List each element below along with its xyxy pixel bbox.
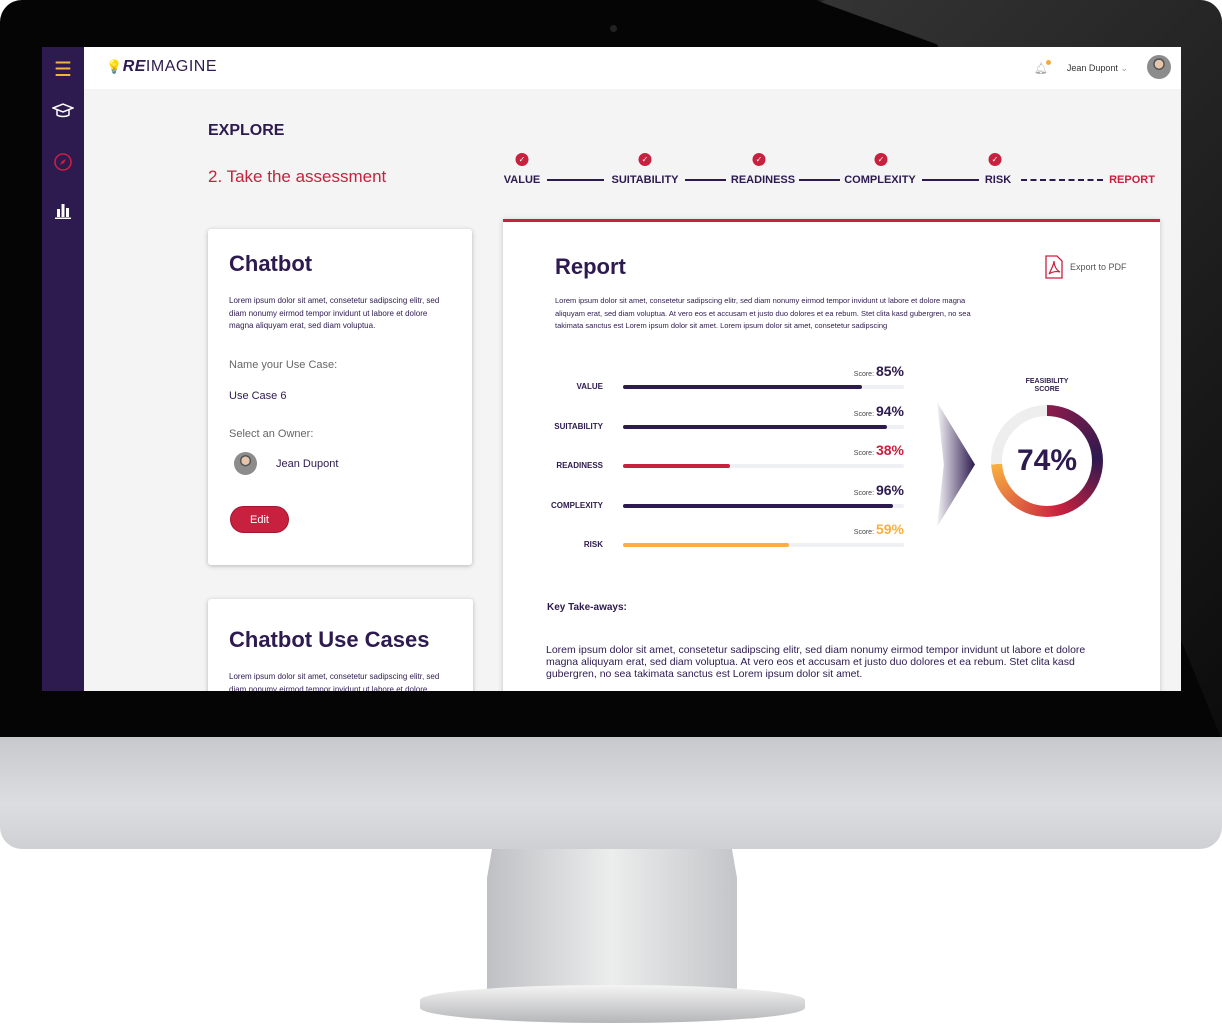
score-label: SUITABILITY bbox=[554, 421, 603, 431]
card-description: Lorem ipsum dolor sit amet, consetetur s… bbox=[229, 672, 440, 691]
score-fill bbox=[623, 385, 862, 389]
step-connector bbox=[547, 179, 604, 181]
monitor-stand bbox=[487, 849, 737, 994]
score-value: 96% bbox=[875, 481, 904, 498]
page-subtitle: 2. Take the assessment bbox=[208, 167, 387, 186]
score-text: Score: 59% bbox=[784, 521, 904, 537]
step-risk[interactable]: RISK bbox=[985, 174, 1011, 186]
bell-icon[interactable]: 🔔︎ bbox=[1034, 60, 1051, 75]
notification-dot bbox=[1046, 60, 1051, 65]
score-value: 38% bbox=[875, 442, 904, 458]
arrow-icon bbox=[937, 402, 975, 527]
check-icon: ✓ bbox=[515, 153, 529, 166]
logo-text: IMAGINE bbox=[145, 58, 217, 75]
step-connector bbox=[685, 179, 726, 181]
user-name: Jean Dupont bbox=[1066, 63, 1118, 73]
step-complexity[interactable]: COMPLEXITY bbox=[844, 174, 916, 186]
user-menu[interactable]: Jean Dupont ⌄ bbox=[1067, 63, 1128, 74]
owner-label: Select an Owner: bbox=[229, 428, 314, 440]
header: 💡REIMAGINE 🔔︎ Jean Dupont ⌄ bbox=[84, 47, 1181, 89]
step-readiness[interactable]: READINESS bbox=[731, 174, 795, 186]
score-text: Score: 85% bbox=[784, 363, 904, 379]
compass-icon[interactable] bbox=[42, 152, 84, 177]
score-value: 85% bbox=[875, 363, 904, 379]
feasibility-label: FEASIBILITY SCORE bbox=[997, 378, 1097, 394]
logo-bold: RE bbox=[122, 58, 146, 75]
score-track bbox=[623, 464, 904, 468]
score-prefix: Score: bbox=[853, 450, 875, 457]
card-title: Chatbot Use Cases bbox=[229, 627, 430, 652]
step-connector-dashed bbox=[1021, 179, 1103, 181]
feasibility-label-1: FEASIBILITY bbox=[1025, 378, 1069, 385]
menu-icon[interactable]: ☰ bbox=[42, 57, 84, 82]
score-label: RISK bbox=[583, 540, 603, 549]
sidebar: ☰ bbox=[42, 47, 84, 691]
avatar[interactable] bbox=[1147, 55, 1171, 79]
owner-avatar bbox=[234, 452, 257, 475]
step-value[interactable]: VALUE bbox=[504, 174, 540, 186]
score-label: VALUE bbox=[576, 382, 603, 391]
chevron-down-icon: ⌄ bbox=[1120, 63, 1128, 73]
card-description: Lorem ipsum dolor sit amet, consetetur s… bbox=[229, 296, 440, 330]
monitor-base bbox=[420, 985, 805, 1023]
export-pdf-button[interactable]: Export to PDF bbox=[1044, 255, 1127, 279]
step-suitability[interactable]: SUITABILITY bbox=[611, 174, 678, 186]
score-text: Score: 38% bbox=[784, 442, 904, 458]
use-case-name-label: Name your Use Case: bbox=[229, 359, 338, 371]
takeaways-text: Lorem ipsum dolor sit amet, consetetur s… bbox=[546, 644, 1086, 680]
graduation-cap-icon[interactable] bbox=[42, 103, 84, 124]
score-prefix: Score: bbox=[853, 529, 875, 536]
score-text: Score: 96% bbox=[784, 482, 904, 498]
report-title: Report bbox=[555, 254, 626, 279]
owner-name[interactable]: Jean Dupont bbox=[276, 458, 338, 470]
score-prefix: Score: bbox=[853, 371, 875, 378]
report-description: Lorem ipsum dolor sit amet, consetetur s… bbox=[555, 296, 971, 330]
step-connector bbox=[799, 179, 840, 181]
feasibility-donut: 74% bbox=[991, 405, 1103, 517]
score-track bbox=[623, 385, 904, 389]
score-label: READINESS bbox=[556, 461, 603, 470]
bar-chart-icon[interactable] bbox=[42, 203, 84, 224]
page-title: EXPLORE bbox=[208, 122, 285, 139]
check-icon: ✓ bbox=[752, 153, 766, 166]
score-prefix: Score: bbox=[853, 410, 875, 418]
use-case-name-value[interactable]: Use Case 6 bbox=[229, 390, 286, 402]
takeaways-title: Key Take-aways: bbox=[547, 602, 627, 613]
logo[interactable]: 💡REIMAGINE bbox=[106, 58, 217, 76]
monitor-chin bbox=[0, 737, 1222, 849]
feasibility-value: 74% bbox=[1016, 444, 1078, 477]
score-text: Score: 94% bbox=[784, 403, 904, 419]
camera bbox=[610, 25, 617, 32]
score-label: COMPLEXITY bbox=[550, 500, 603, 510]
score-value: 59% bbox=[875, 521, 904, 537]
use-cases-card: Chatbot Use Cases Lorem ipsum dolor sit … bbox=[208, 599, 473, 691]
score-track bbox=[623, 503, 904, 508]
score-prefix: Score: bbox=[853, 489, 875, 497]
score-fill bbox=[623, 424, 888, 429]
screen: ☰ 💡REIMAGINE 🔔︎ Jean Dupont ⌄ EXPLORE 2.… bbox=[42, 47, 1181, 691]
score-fill bbox=[623, 503, 893, 508]
export-label: Export to PDF bbox=[1070, 262, 1127, 272]
check-icon: ✓ bbox=[638, 153, 652, 166]
step-connector bbox=[922, 179, 979, 181]
score-fill bbox=[623, 464, 730, 468]
feasibility-label-2: SCORE bbox=[1034, 386, 1060, 393]
check-icon: ✓ bbox=[988, 153, 1002, 166]
pdf-icon bbox=[1045, 255, 1063, 279]
check-icon: ✓ bbox=[874, 153, 888, 166]
score-track bbox=[623, 424, 904, 429]
score-fill bbox=[623, 543, 789, 547]
step-report[interactable]: REPORT bbox=[1109, 174, 1155, 186]
lightbulb-icon: 💡 bbox=[106, 59, 123, 74]
report-panel: Report Export to PDF Lorem ipsum dolor s… bbox=[503, 219, 1160, 691]
score-track bbox=[623, 543, 904, 547]
edit-button[interactable]: Edit bbox=[230, 506, 289, 533]
score-value: 94% bbox=[875, 402, 904, 419]
card-title: Chatbot bbox=[229, 251, 313, 276]
use-case-card: Chatbot Lorem ipsum dolor sit amet, cons… bbox=[208, 229, 472, 565]
